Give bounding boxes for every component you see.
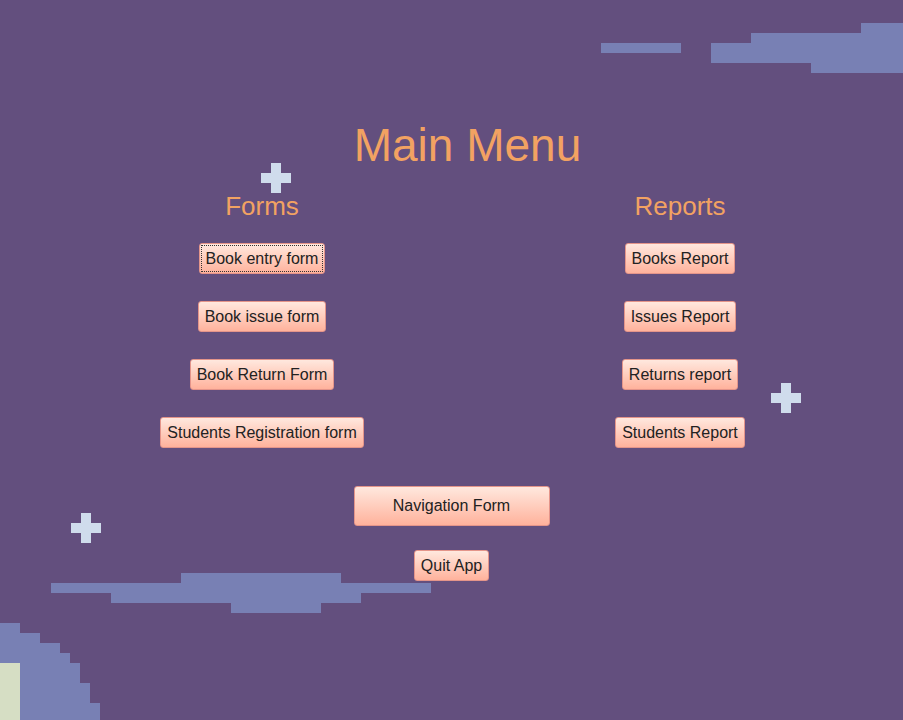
menu-content: Main Menu Forms Book entry form Book issue … [0,0,903,581]
menu-section: Reports Books Report Issues Report Returns … [530,189,830,448]
bottom-button[interactable]: Quit App [414,550,489,581]
bottom-button[interactable]: Navigation Form [354,486,550,526]
main-menu-screen: Main Menu Forms Book entry form Book issue … [0,0,903,720]
menu-button[interactable]: Book Return Form [190,359,335,390]
section-heading: Reports [634,189,725,223]
pixel-sky-icon [0,0,903,720]
menu-button[interactable]: Students Report [615,417,745,448]
section-buttons: Books Report Issues Report Returns report S… [615,243,745,448]
section-heading: Forms [225,189,299,223]
menu-button[interactable]: Books Report [625,243,736,274]
section-buttons: Book entry form Book issue form Book Retur… [160,243,363,448]
menu-columns: FormsBook entry formBook issue formBook … [0,189,903,448]
menu-section: FormsBook entry formBook issue formBook … [112,189,412,448]
menu-button[interactable]: Students Registration form [160,417,363,448]
menu-button[interactable]: Returns report [622,359,738,390]
menu-button[interactable]: Book entry form [199,243,326,274]
bottom-buttons: Navigation Form Quit App [354,486,550,581]
menu-button[interactable]: Issues Report [624,301,737,332]
menu-button[interactable]: Book issue form [198,301,327,332]
menu-title: Main Menu [322,118,582,173]
